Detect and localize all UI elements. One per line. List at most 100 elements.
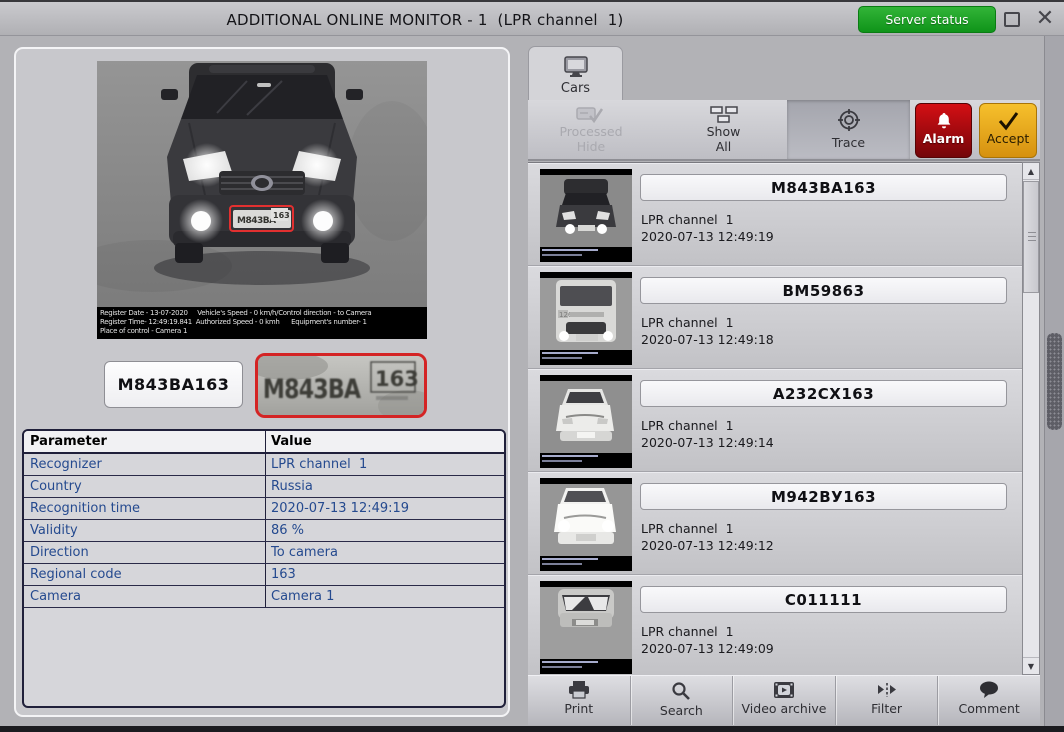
item-channel: LPR channel 1	[641, 315, 734, 330]
caption-line-3: Place of control - Camera 1	[100, 327, 424, 336]
item-timestamp: 2020-07-13 12:49:14	[641, 435, 774, 450]
car-thumbnail	[540, 169, 632, 262]
plate-crop-frame: М843ВА 163	[255, 353, 427, 418]
print-button[interactable]: Print	[528, 676, 631, 725]
item-timestamp: 2020-07-13 12:49:19	[641, 229, 774, 244]
alarm-button[interactable]: Alarm	[915, 103, 972, 158]
print-icon	[568, 681, 590, 699]
parameter-table: Parameter Value Recognizer LPR channel 1…	[22, 429, 506, 708]
param-value: 2020-07-13 12:49:19	[266, 498, 504, 519]
list-item-car[interactable]: М942ВУ163 LPR channel 1 2020-07-13 12:49…	[528, 472, 1022, 575]
accept-button[interactable]: Accept	[979, 103, 1037, 158]
car-thumbnail: 126	[540, 272, 632, 365]
item-plate-number: М942ВУ163	[640, 483, 1007, 510]
param-label: Direction	[24, 542, 266, 563]
vehicle-photo-image: М843ВА 163	[97, 61, 427, 307]
filter-icon	[876, 681, 898, 699]
filter-button[interactable]: Filter	[836, 676, 939, 725]
window-right-splitter	[1044, 36, 1064, 726]
comment-label: Comment	[938, 701, 1040, 716]
video-archive-label: Video archive	[733, 701, 835, 716]
scroll-up-icon[interactable]: ▲	[1023, 163, 1039, 180]
detection-detail-panel: М843ВА 163 Register Date - 13-07-2020 Ve…	[14, 47, 510, 717]
item-channel: LPR channel 1	[641, 418, 734, 433]
tab-cars[interactable]: Cars	[528, 46, 623, 101]
print-label: Print	[528, 701, 630, 716]
window-bottom-edge	[0, 726, 1064, 732]
processed-label-2: Hide	[536, 139, 646, 154]
server-status-button[interactable]: Server status	[858, 6, 996, 33]
param-value: To camera	[266, 542, 504, 563]
scroll-down-icon[interactable]: ▼	[1023, 657, 1039, 674]
plate-crop-region: 163	[375, 367, 419, 391]
param-label: Camera	[24, 586, 266, 607]
param-label: Validity	[24, 520, 266, 541]
filter-label: Filter	[836, 701, 938, 716]
processed-label-1: Processed	[536, 124, 646, 139]
video-archive-icon	[773, 681, 795, 699]
photo-plate-main: М843ВА	[237, 216, 276, 226]
scrollbar-grip	[1028, 232, 1036, 241]
accept-label: Accept	[980, 131, 1036, 146]
item-plate-number: А232СХ163	[640, 380, 1007, 407]
alarm-label: Alarm	[916, 131, 971, 146]
list-scrollbar[interactable]: ▲ ▼	[1022, 162, 1040, 675]
processed-plate-check-icon	[576, 106, 606, 124]
table-row: Validity 86 %	[24, 520, 504, 542]
cars-toolbar: Processed Hide Show All Trace	[528, 100, 1040, 161]
param-label: Recognition time	[24, 498, 266, 519]
show-all-label-2: All	[676, 139, 771, 154]
maximize-icon[interactable]	[1004, 12, 1020, 27]
titlebar: ADDITIONAL ONLINE MONITOR - 1 (LPR chann…	[0, 0, 1064, 36]
item-timestamp: 2020-07-13 12:49:09	[641, 641, 774, 656]
list-item-car[interactable]: 126 ВМ59863 LPR channel 1 2020-07-13 12:…	[528, 266, 1022, 369]
close-icon[interactable]: ✕	[1033, 6, 1057, 32]
monitor-icon	[563, 56, 589, 78]
item-plate-number: М843ВА163	[640, 174, 1007, 201]
table-row: Recognition time 2020-07-13 12:49:19	[24, 498, 504, 520]
processed-hide-button[interactable]: Processed Hide	[536, 106, 646, 154]
detections-list: М843ВА163 LPR channel 1 2020-07-13 12:49…	[528, 162, 1022, 675]
show-all-button[interactable]: Show All	[676, 106, 771, 154]
item-timestamp: 2020-07-13 12:49:12	[641, 538, 774, 553]
list-item-car[interactable]: С011111 LPR channel 1 2020-07-13 12:49:0…	[528, 575, 1022, 675]
item-plate-number: ВМ59863	[640, 277, 1007, 304]
table-row: Country Russia	[24, 476, 504, 498]
photo-caption: Register Date - 13-07-2020 Vehicle's Spe…	[97, 307, 427, 339]
header-value: Value	[266, 431, 504, 452]
list-item-car[interactable]: М843ВА163 LPR channel 1 2020-07-13 12:49…	[528, 163, 1022, 266]
item-channel: LPR channel 1	[641, 624, 734, 639]
window-title: ADDITIONAL ONLINE MONITOR - 1 (LPR chann…	[0, 11, 850, 29]
show-all-label-1: Show	[676, 124, 771, 139]
car-thumbnail	[540, 581, 632, 674]
search-icon	[671, 681, 691, 701]
lpr-monitor-window: ADDITIONAL ONLINE MONITOR - 1 (LPR chann…	[0, 0, 1064, 732]
item-channel: LPR channel 1	[641, 521, 734, 536]
tab-cars-label: Cars	[529, 81, 622, 96]
param-label: Country	[24, 476, 266, 497]
splitter-grip-handle[interactable]	[1047, 333, 1062, 430]
recognized-plate-text: М843ВА163	[104, 361, 243, 408]
trace-button[interactable]: Trace	[787, 100, 910, 159]
video-archive-button[interactable]: Video archive	[733, 676, 836, 725]
param-label: Regional code	[24, 564, 266, 585]
comment-button[interactable]: Comment	[938, 676, 1040, 725]
table-row: Direction To camera	[24, 542, 504, 564]
param-value: 163	[266, 564, 504, 585]
comment-icon	[978, 681, 1000, 699]
trace-target-icon	[837, 108, 861, 132]
table-row: Camera Camera 1	[24, 586, 504, 608]
alarm-bell-icon	[934, 111, 954, 131]
list-item-car[interactable]: А232СХ163 LPR channel 1 2020-07-13 12:49…	[528, 369, 1022, 472]
plate-crop-image: М843ВА 163	[258, 356, 424, 415]
car-thumbnail	[540, 478, 632, 571]
trace-label: Trace	[787, 135, 910, 150]
param-label: Recognizer	[24, 454, 266, 475]
caption-line-1: Register Date - 13-07-2020 Vehicle's Spe…	[100, 309, 424, 318]
actions-toolbar: Print Search Video archive	[528, 675, 1040, 725]
car-thumbnail	[540, 375, 632, 468]
item-timestamp: 2020-07-13 12:49:18	[641, 332, 774, 347]
search-button[interactable]: Search	[631, 676, 734, 725]
vehicle-photo: М843ВА 163 Register Date - 13-07-2020 Ve…	[97, 61, 427, 339]
scrollbar-thumb[interactable]	[1023, 181, 1039, 293]
